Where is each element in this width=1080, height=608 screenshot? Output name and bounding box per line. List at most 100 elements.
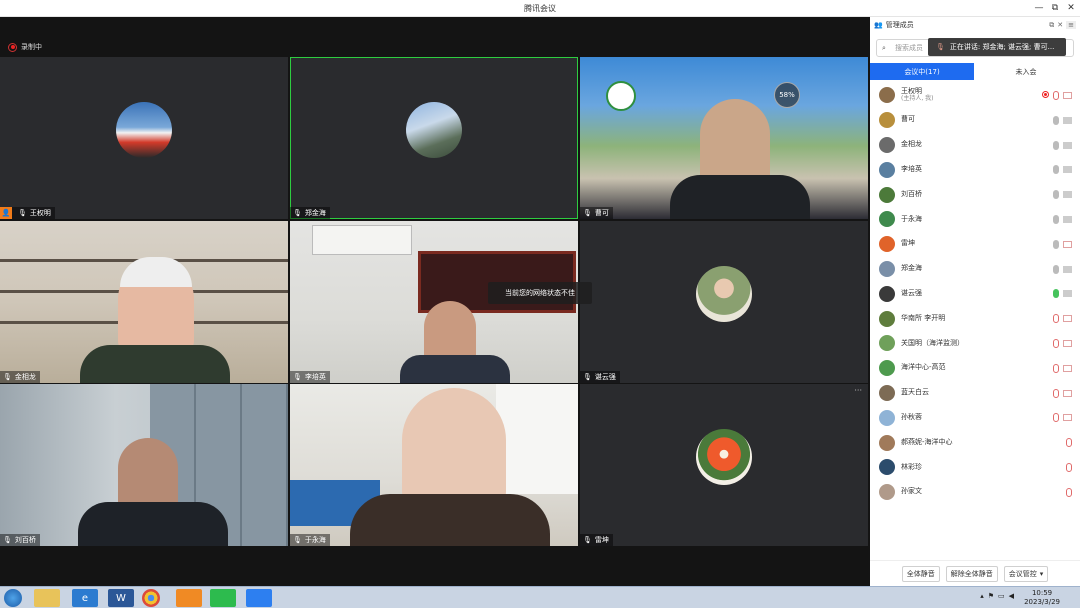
camera-icon[interactable] xyxy=(1063,191,1072,199)
folder-icon[interactable] xyxy=(34,589,60,607)
camera-icon[interactable] xyxy=(1063,166,1072,174)
window-title: 腾讯会议 xyxy=(524,4,556,13)
member-row[interactable]: 雷坤 xyxy=(870,232,1080,257)
video-tile[interactable]: ··· 🎙 雷坤 xyxy=(580,384,868,546)
menu-icon[interactable]: ≡ xyxy=(1066,21,1076,29)
maximize-button[interactable]: ⧉ xyxy=(1048,1,1062,15)
meeting-control-button[interactable]: 会议管控 ▾ xyxy=(1003,565,1049,582)
avatar xyxy=(116,102,172,158)
mic-icon[interactable] xyxy=(1053,115,1059,125)
video-tile[interactable]: 👤 🎙 王权明 xyxy=(0,57,288,219)
member-name: 谌云强 xyxy=(901,288,922,297)
member-row[interactable]: 金相龙 xyxy=(870,133,1080,158)
mic-icon[interactable] xyxy=(1053,140,1059,150)
tencent-meeting-icon[interactable] xyxy=(246,589,272,607)
member-row[interactable]: 王权明 (主持人, 我) xyxy=(870,83,1080,108)
more-icon[interactable]: ··· xyxy=(854,386,862,395)
mic-icon[interactable] xyxy=(1053,239,1059,249)
camera-icon[interactable] xyxy=(1063,141,1072,149)
member-status-icons xyxy=(1053,140,1072,150)
video-tile[interactable]: 🎙 于永海 xyxy=(290,384,578,546)
avatar xyxy=(879,434,895,451)
member-status-icons xyxy=(1053,363,1072,373)
camera-off-icon[interactable] xyxy=(1063,339,1072,347)
participant-name: 金相龙 xyxy=(14,373,36,381)
mic-muted-icon[interactable] xyxy=(1053,314,1059,324)
camera-off-icon[interactable] xyxy=(1063,315,1072,323)
clock[interactable]: 10:59 2023/3/29 xyxy=(1024,589,1060,607)
mic-icon[interactable] xyxy=(1053,165,1059,175)
tab-not-joined[interactable]: 未入会 xyxy=(974,63,1078,80)
member-tabs: 会议中(17) 未入会 xyxy=(870,63,1080,81)
recording-indicator[interactable]: 录制中 xyxy=(8,41,42,53)
search-icon: ⌕ xyxy=(882,44,886,52)
member-row[interactable]: 关国明（海洋监测） xyxy=(870,331,1080,356)
video-tile[interactable]: 🎙 金相龙 xyxy=(0,221,288,383)
member-row[interactable]: 海洋中心-高范 xyxy=(870,356,1080,381)
mic-icon[interactable] xyxy=(1053,190,1059,200)
minimize-button[interactable]: — xyxy=(1032,1,1046,15)
camera-icon[interactable] xyxy=(1063,290,1072,298)
member-row[interactable]: 孙家文 xyxy=(870,480,1080,505)
camera-icon[interactable] xyxy=(1063,215,1072,223)
popout-icon[interactable]: ⧉ xyxy=(1049,21,1054,30)
mic-muted-icon[interactable] xyxy=(1066,438,1072,448)
avatar xyxy=(879,186,895,203)
member-status-icons xyxy=(1053,314,1072,324)
mic-icon[interactable] xyxy=(1053,289,1059,299)
camera-icon[interactable] xyxy=(1063,265,1072,273)
mute-all-button[interactable]: 全体静音 xyxy=(901,565,940,582)
unmute-all-button[interactable]: 解除全体静音 xyxy=(945,565,998,582)
camera-icon[interactable] xyxy=(1063,116,1072,124)
video-tile[interactable]: 🎙 谌云强 xyxy=(580,221,868,383)
member-row[interactable]: 林彩珍 xyxy=(870,455,1080,480)
member-row[interactable]: 李培英 xyxy=(870,157,1080,182)
member-row[interactable]: 谌云强 xyxy=(870,281,1080,306)
app-orange-icon[interactable] xyxy=(176,589,202,607)
camera-off-icon[interactable] xyxy=(1063,389,1072,397)
mic-muted-icon[interactable] xyxy=(1053,338,1059,348)
member-row[interactable]: 蓝天白云 xyxy=(870,381,1080,406)
member-row[interactable]: 于永海 xyxy=(870,207,1080,232)
mic-muted-icon[interactable] xyxy=(1053,413,1059,423)
close-button[interactable]: ✕ xyxy=(1064,1,1078,15)
panel-title: 管理成员 xyxy=(885,21,914,29)
member-row[interactable]: 郑金海 xyxy=(870,257,1080,282)
mic-muted-icon[interactable] xyxy=(1053,388,1059,398)
tab-in-meeting[interactable]: 会议中(17) xyxy=(870,63,974,80)
mic-muted-icon[interactable] xyxy=(1053,363,1059,373)
volume-icon[interactable]: ◀ xyxy=(1009,592,1014,600)
close-panel-icon[interactable]: ✕ xyxy=(1057,21,1063,29)
wechat-icon[interactable] xyxy=(210,589,236,607)
camera-off-icon[interactable] xyxy=(1063,92,1072,99)
word-icon[interactable]: W xyxy=(108,589,134,607)
ie-icon[interactable]: e xyxy=(72,589,98,607)
tray-arrow-icon[interactable]: ▴ xyxy=(980,592,984,600)
member-row[interactable]: 郝燕妮-海洋中心 xyxy=(870,430,1080,455)
start-icon[interactable] xyxy=(4,589,22,607)
mic-muted-icon[interactable] xyxy=(1066,487,1072,497)
member-status-icons xyxy=(1053,214,1072,224)
flag-icon[interactable]: ⚑ xyxy=(988,592,994,600)
mic-muted-icon[interactable] xyxy=(1066,462,1072,472)
video-tile[interactable]: 🎙 郑金海 xyxy=(290,57,578,219)
member-name: 刘百桥 xyxy=(901,189,922,198)
network-icon[interactable]: ▭ xyxy=(998,592,1005,600)
video-tile[interactable]: 🎙 刘百桥 xyxy=(0,384,288,546)
video-tile[interactable]: 58% 🎙 曹可 xyxy=(580,57,868,219)
chrome-icon[interactable] xyxy=(142,589,160,607)
mic-icon[interactable] xyxy=(1053,214,1059,224)
mic-muted-icon[interactable] xyxy=(1053,91,1059,100)
member-name-block: 金相龙 xyxy=(901,140,922,149)
mic-icon: 🎙 xyxy=(936,43,945,51)
member-row[interactable]: 曹可 xyxy=(870,108,1080,133)
camera-off-icon[interactable] xyxy=(1063,240,1072,248)
tile-namebar: 🎙 金相龙 xyxy=(0,371,40,383)
member-row[interactable]: 刘百桥 xyxy=(870,182,1080,207)
member-status-icons xyxy=(1053,338,1072,348)
camera-off-icon[interactable] xyxy=(1063,414,1072,422)
member-row[interactable]: 孙秋蓉 xyxy=(870,405,1080,430)
camera-off-icon[interactable] xyxy=(1063,364,1072,372)
mic-icon[interactable] xyxy=(1053,264,1059,274)
member-row[interactable]: 华南所 李开明 xyxy=(870,306,1080,331)
